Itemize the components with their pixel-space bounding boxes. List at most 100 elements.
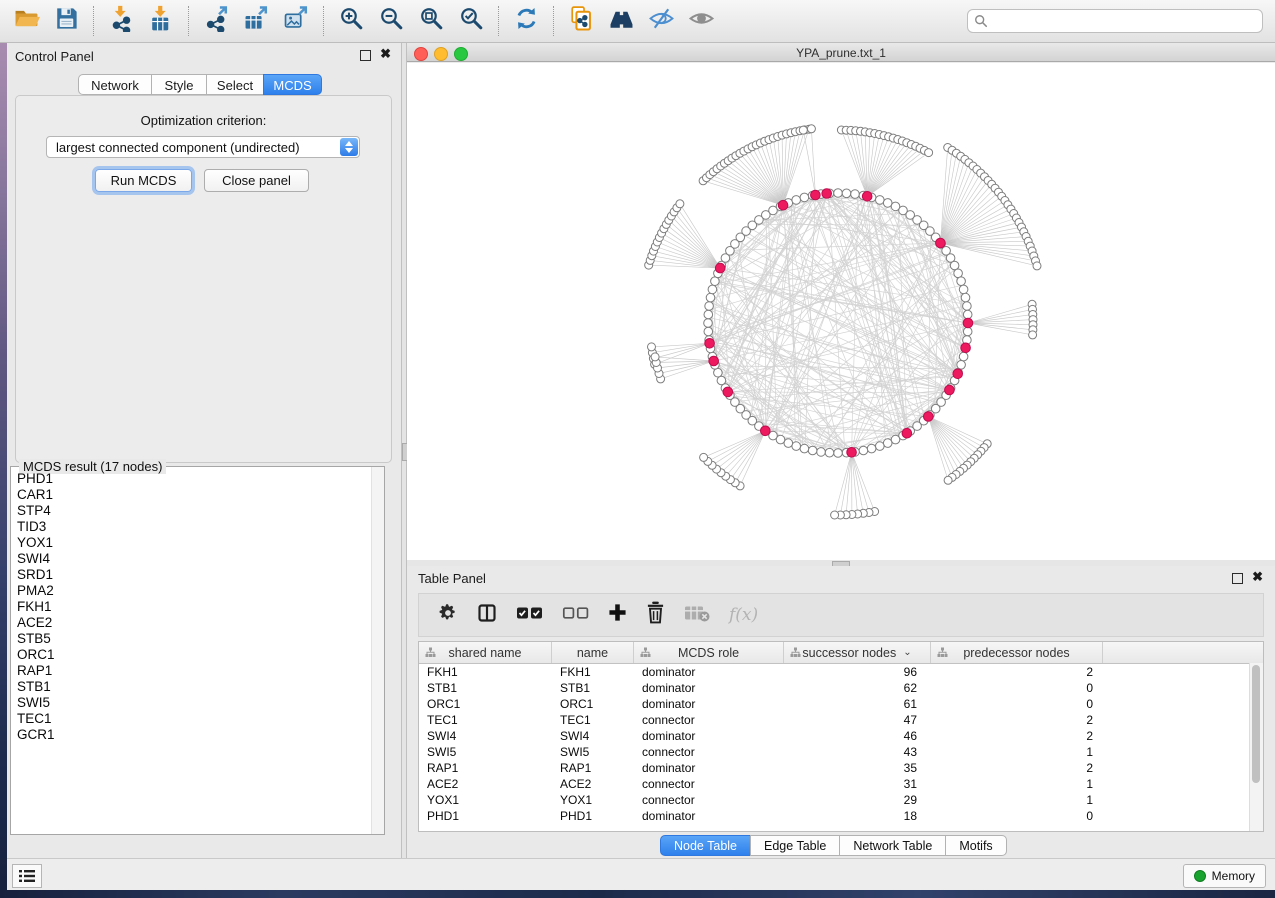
delete-columns-button[interactable] bbox=[646, 601, 665, 629]
tab-edge-table[interactable]: Edge Table bbox=[750, 835, 840, 856]
table-cell: connector bbox=[634, 713, 784, 727]
column-header-name[interactable]: name bbox=[552, 642, 634, 663]
table-row[interactable]: FKH1FKH1dominator962 bbox=[419, 664, 1263, 680]
float-window-icon[interactable] bbox=[360, 50, 371, 61]
tab-motifs[interactable]: Motifs bbox=[945, 835, 1006, 856]
table-cell: 35 bbox=[784, 761, 931, 775]
show-columns-icon bbox=[477, 603, 497, 628]
open-session-button[interactable] bbox=[6, 3, 46, 39]
column-header-shared-name[interactable]: shared name bbox=[419, 642, 552, 663]
task-history-button[interactable] bbox=[12, 864, 42, 888]
import-network-from-file-button[interactable] bbox=[101, 3, 141, 39]
table-scrollbar[interactable] bbox=[1249, 663, 1263, 831]
first-neighbors-button[interactable] bbox=[601, 3, 641, 39]
tab-node-table[interactable]: Node Table bbox=[660, 835, 751, 856]
export-image-icon bbox=[283, 5, 310, 37]
criterion-dropdown[interactable]: largest connected component (undirected) bbox=[46, 136, 360, 158]
table-cell: SWI5 bbox=[552, 745, 634, 759]
column-type-icon bbox=[937, 647, 948, 658]
scrollbar-thumb[interactable] bbox=[1252, 665, 1260, 783]
create-column-button[interactable] bbox=[608, 603, 627, 627]
tab-style[interactable]: Style bbox=[151, 74, 207, 95]
column-type-icon bbox=[425, 647, 436, 658]
column-header-MCDS-role[interactable]: MCDS role bbox=[634, 642, 784, 663]
show-graphics-details-button[interactable] bbox=[681, 3, 721, 39]
open-session-icon bbox=[13, 5, 40, 37]
delete-columns-icon bbox=[646, 601, 665, 629]
table-row[interactable]: STB1STB1dominator620 bbox=[419, 680, 1263, 696]
cytoscape-app: Control Panel ✖ NetworkStyleSelectMCDS O… bbox=[0, 0, 1275, 898]
show-graphics-details-icon bbox=[688, 5, 715, 37]
column-label: shared name bbox=[449, 646, 522, 660]
deselect-all-rows-icon bbox=[562, 605, 589, 626]
clone-network-button[interactable] bbox=[561, 3, 601, 39]
search-box[interactable] bbox=[967, 9, 1263, 33]
status-bar: Memory bbox=[7, 858, 1275, 890]
network-canvas[interactable] bbox=[407, 63, 1275, 560]
hide-graphics-details-button[interactable] bbox=[641, 3, 681, 39]
export-table-button[interactable] bbox=[236, 3, 276, 39]
close-panel-icon[interactable]: ✖ bbox=[1252, 570, 1263, 584]
refresh-view-button[interactable] bbox=[506, 3, 546, 39]
mcds-result-box: MCDS result (17 nodes) PHD1CAR1STP4TID3Y… bbox=[10, 466, 385, 835]
import-table-from-file-button[interactable] bbox=[141, 3, 181, 39]
fit-selected-icon bbox=[458, 5, 485, 37]
search-input[interactable] bbox=[988, 11, 1262, 31]
deselect-all-rows-button[interactable] bbox=[562, 605, 589, 626]
table-tabs: Node TableEdge TableNetwork TableMotifs bbox=[660, 835, 1007, 856]
run-mcds-button[interactable]: Run MCDS bbox=[95, 169, 192, 192]
table-row[interactable]: ORC1ORC1dominator610 bbox=[419, 696, 1263, 712]
zoom-out-button[interactable] bbox=[371, 3, 411, 39]
table-cell: PHD1 bbox=[419, 809, 552, 823]
column-header-predecessor-nodes[interactable]: predecessor nodes bbox=[931, 642, 1103, 663]
function-builder-button[interactable]: f(x) bbox=[729, 605, 758, 625]
table-cell: 18 bbox=[784, 809, 931, 823]
table-row[interactable]: ACE2ACE2connector311 bbox=[419, 776, 1263, 792]
column-label: predecessor nodes bbox=[963, 646, 1069, 660]
mcds-result-item: RAP1 bbox=[11, 663, 371, 679]
table-options-button[interactable] bbox=[438, 603, 458, 628]
table-cell: STB1 bbox=[419, 681, 552, 695]
tab-network[interactable]: Network bbox=[78, 74, 152, 95]
import-network-from-file-icon bbox=[108, 5, 135, 37]
table-row[interactable]: YOX1YOX1connector291 bbox=[419, 792, 1263, 808]
table-row[interactable]: RAP1RAP1dominator352 bbox=[419, 760, 1263, 776]
network-window-titlebar[interactable]: YPA_prune.txt_1 bbox=[407, 43, 1275, 62]
float-window-icon[interactable] bbox=[1232, 573, 1243, 584]
table-row[interactable]: SWI4SWI4dominator462 bbox=[419, 728, 1263, 744]
memory-button[interactable]: Memory bbox=[1183, 864, 1266, 888]
network-graph bbox=[407, 63, 1275, 560]
desktop-wallpaper-left bbox=[0, 43, 7, 898]
toolbar-separator bbox=[188, 6, 189, 36]
table-row[interactable]: SWI5SWI5connector431 bbox=[419, 744, 1263, 760]
close-panel-button[interactable]: Close panel bbox=[204, 169, 309, 192]
show-columns-button[interactable] bbox=[477, 603, 497, 628]
table-cell: 47 bbox=[784, 713, 931, 727]
tab-select[interactable]: Select bbox=[206, 74, 264, 95]
table-cell: SWI4 bbox=[552, 729, 634, 743]
mcds-result-item: YOX1 bbox=[11, 535, 371, 551]
select-all-rows-button[interactable] bbox=[516, 605, 543, 626]
table-cell: YOX1 bbox=[419, 793, 552, 807]
close-panel-icon[interactable]: ✖ bbox=[380, 47, 391, 61]
tab-mcds[interactable]: MCDS bbox=[263, 74, 322, 95]
save-session-button[interactable] bbox=[46, 3, 86, 39]
export-network-button[interactable] bbox=[196, 3, 236, 39]
table-cell: dominator bbox=[634, 761, 784, 775]
zoom-in-button[interactable] bbox=[331, 3, 371, 39]
table-cell: ACE2 bbox=[419, 777, 552, 791]
main-toolbar bbox=[0, 0, 1275, 43]
table-cell: ORC1 bbox=[419, 697, 552, 711]
export-image-button[interactable] bbox=[276, 3, 316, 39]
fit-selected-button[interactable] bbox=[451, 3, 491, 39]
mcds-result-item: SRD1 bbox=[11, 567, 371, 583]
column-header-successor-nodes[interactable]: successor nodes⌄ bbox=[784, 642, 931, 663]
tab-network-table[interactable]: Network Table bbox=[839, 835, 946, 856]
table-row[interactable]: PHD1PHD1dominator180 bbox=[419, 808, 1263, 824]
fit-content-button[interactable] bbox=[411, 3, 451, 39]
zoom-in-icon bbox=[338, 5, 365, 37]
mcds-result-scrollbar[interactable] bbox=[371, 467, 384, 834]
table-cell: 0 bbox=[931, 681, 1103, 695]
table-row[interactable]: TEC1TEC1connector472 bbox=[419, 712, 1263, 728]
table-body: FKH1FKH1dominator962STB1STB1dominator620… bbox=[419, 664, 1263, 824]
